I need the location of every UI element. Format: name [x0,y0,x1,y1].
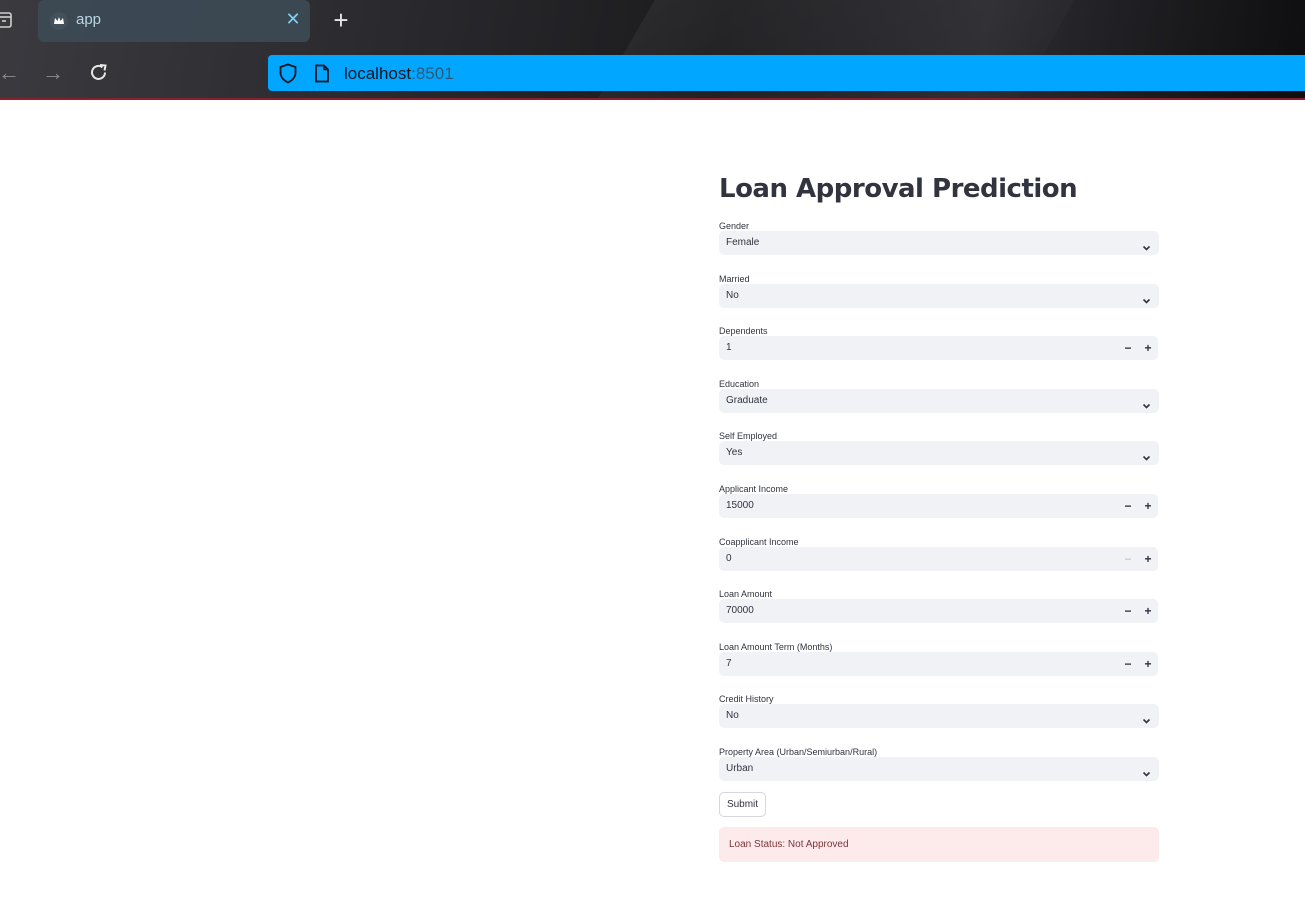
chevron-down-icon [1142,397,1151,409]
loan-amount-input[interactable]: 70000 − + [719,599,1158,624]
app-main: Loan Approval Prediction Gender Female M… [719,160,1159,797]
loan-amount-field: Loan Amount 70000 − + [719,586,1159,639]
number-value: 0 [726,552,732,564]
page-icon[interactable] [314,64,330,83]
married-field: Married No [719,271,1159,324]
number-value: 70000 [726,605,754,617]
address-bar[interactable]: localhost:8501 [268,55,1305,91]
number-value: 7 [726,657,732,669]
dependents-input[interactable]: 1 − + [719,336,1158,361]
applicant-income-input[interactable]: 15000 − + [719,493,1158,518]
browser-chrome: app ✕ + ← → localhost:8501 [0,0,1305,100]
decrement-button: − [1124,551,1132,566]
select-value: Female [726,237,760,248]
chevron-down-icon [1142,712,1151,724]
increment-button[interactable]: + [1138,336,1158,360]
select-value: Urban [726,762,754,774]
education-select[interactable]: Graduate [719,388,1159,413]
url-text[interactable]: localhost:8501 [344,64,454,84]
close-icon[interactable]: ✕ [284,9,302,29]
streamlit-crown-icon [50,12,68,30]
field-label: Credit History [719,694,774,705]
loan-term-input[interactable]: 7 − + [719,651,1158,676]
field-label: Education [719,378,760,389]
forward-arrow-icon[interactable]: → [40,60,66,86]
tab-title: app [76,11,102,28]
tab-list-icon[interactable] [0,11,16,29]
property-area-field: Property Area (Urban/Semiurban/Rural) Ur… [719,744,1159,797]
coapplicant-income-input[interactable]: 0 − + [719,546,1158,571]
field-label: Applicant Income [719,483,789,494]
select-value: Graduate [726,394,768,406]
married-select[interactable]: No [719,283,1159,308]
chevron-down-icon [1142,449,1151,462]
back-arrow-icon[interactable]: ← [0,60,22,86]
field-label: Loan Amount [719,589,773,600]
loan-term-field: Loan Amount Term (Months) 7 − + [719,639,1159,692]
reload-icon[interactable] [86,60,112,86]
increment-button[interactable]: + [1138,547,1158,571]
url-host: localhost [344,64,412,83]
field-label: Property Area (Urban/Semiurban/Rural) [719,746,878,757]
coapplicant-income-field: Coapplicant Income 0 − + [719,534,1159,587]
select-value: Yes [726,447,743,459]
submit-button[interactable]: Submit [719,792,766,817]
applicant-income-field: Applicant Income 15000 − + [719,481,1159,534]
select-value: No [726,710,739,722]
browser-tab-active[interactable]: app ✕ [38,0,310,42]
gender-select[interactable]: Female [719,231,1159,255]
chevron-down-icon [1142,239,1151,251]
field-label: Coapplicant Income [719,536,799,547]
field-label: Loan Amount Term (Months) [719,641,833,652]
gender-field: Gender Female [719,218,1159,271]
education-field: Education Graduate [719,376,1159,429]
decrement-button[interactable]: − [1118,652,1138,676]
chevron-down-icon [1142,292,1151,304]
increment-button[interactable]: + [1138,652,1158,676]
increment-button[interactable]: + [1138,599,1158,623]
field-label: Gender [719,221,750,231]
shield-icon[interactable] [278,63,298,84]
loan-status-alert: Loan Status: Not Approved [719,827,1159,862]
self-employed-field: Self Employed Yes [719,428,1159,481]
self-employed-select[interactable]: Yes [719,441,1159,466]
chevron-down-icon [1142,765,1151,777]
dependents-field: Dependents 1 − + [719,323,1159,376]
select-value: No [726,289,739,301]
field-label: Self Employed [719,431,778,442]
new-tab-plus-icon[interactable]: + [328,6,354,34]
page-title: Loan Approval Prediction [719,174,1078,204]
number-value: 15000 [726,499,754,511]
property-area-select[interactable]: Urban [719,756,1159,781]
field-label: Dependents [719,326,768,337]
url-port: :8501 [411,64,454,83]
decrement-button[interactable]: − [1118,494,1138,518]
field-label: Married [719,273,750,284]
number-value: 1 [726,342,732,354]
decrement-button[interactable]: − [1118,336,1138,360]
credit-history-field: Credit History No [719,691,1159,744]
loan-status-text: Loan Status: Not Approved [729,839,849,850]
credit-history-select[interactable]: No [719,704,1159,729]
decrement-button[interactable]: − [1118,599,1138,623]
increment-button[interactable]: + [1138,494,1158,518]
